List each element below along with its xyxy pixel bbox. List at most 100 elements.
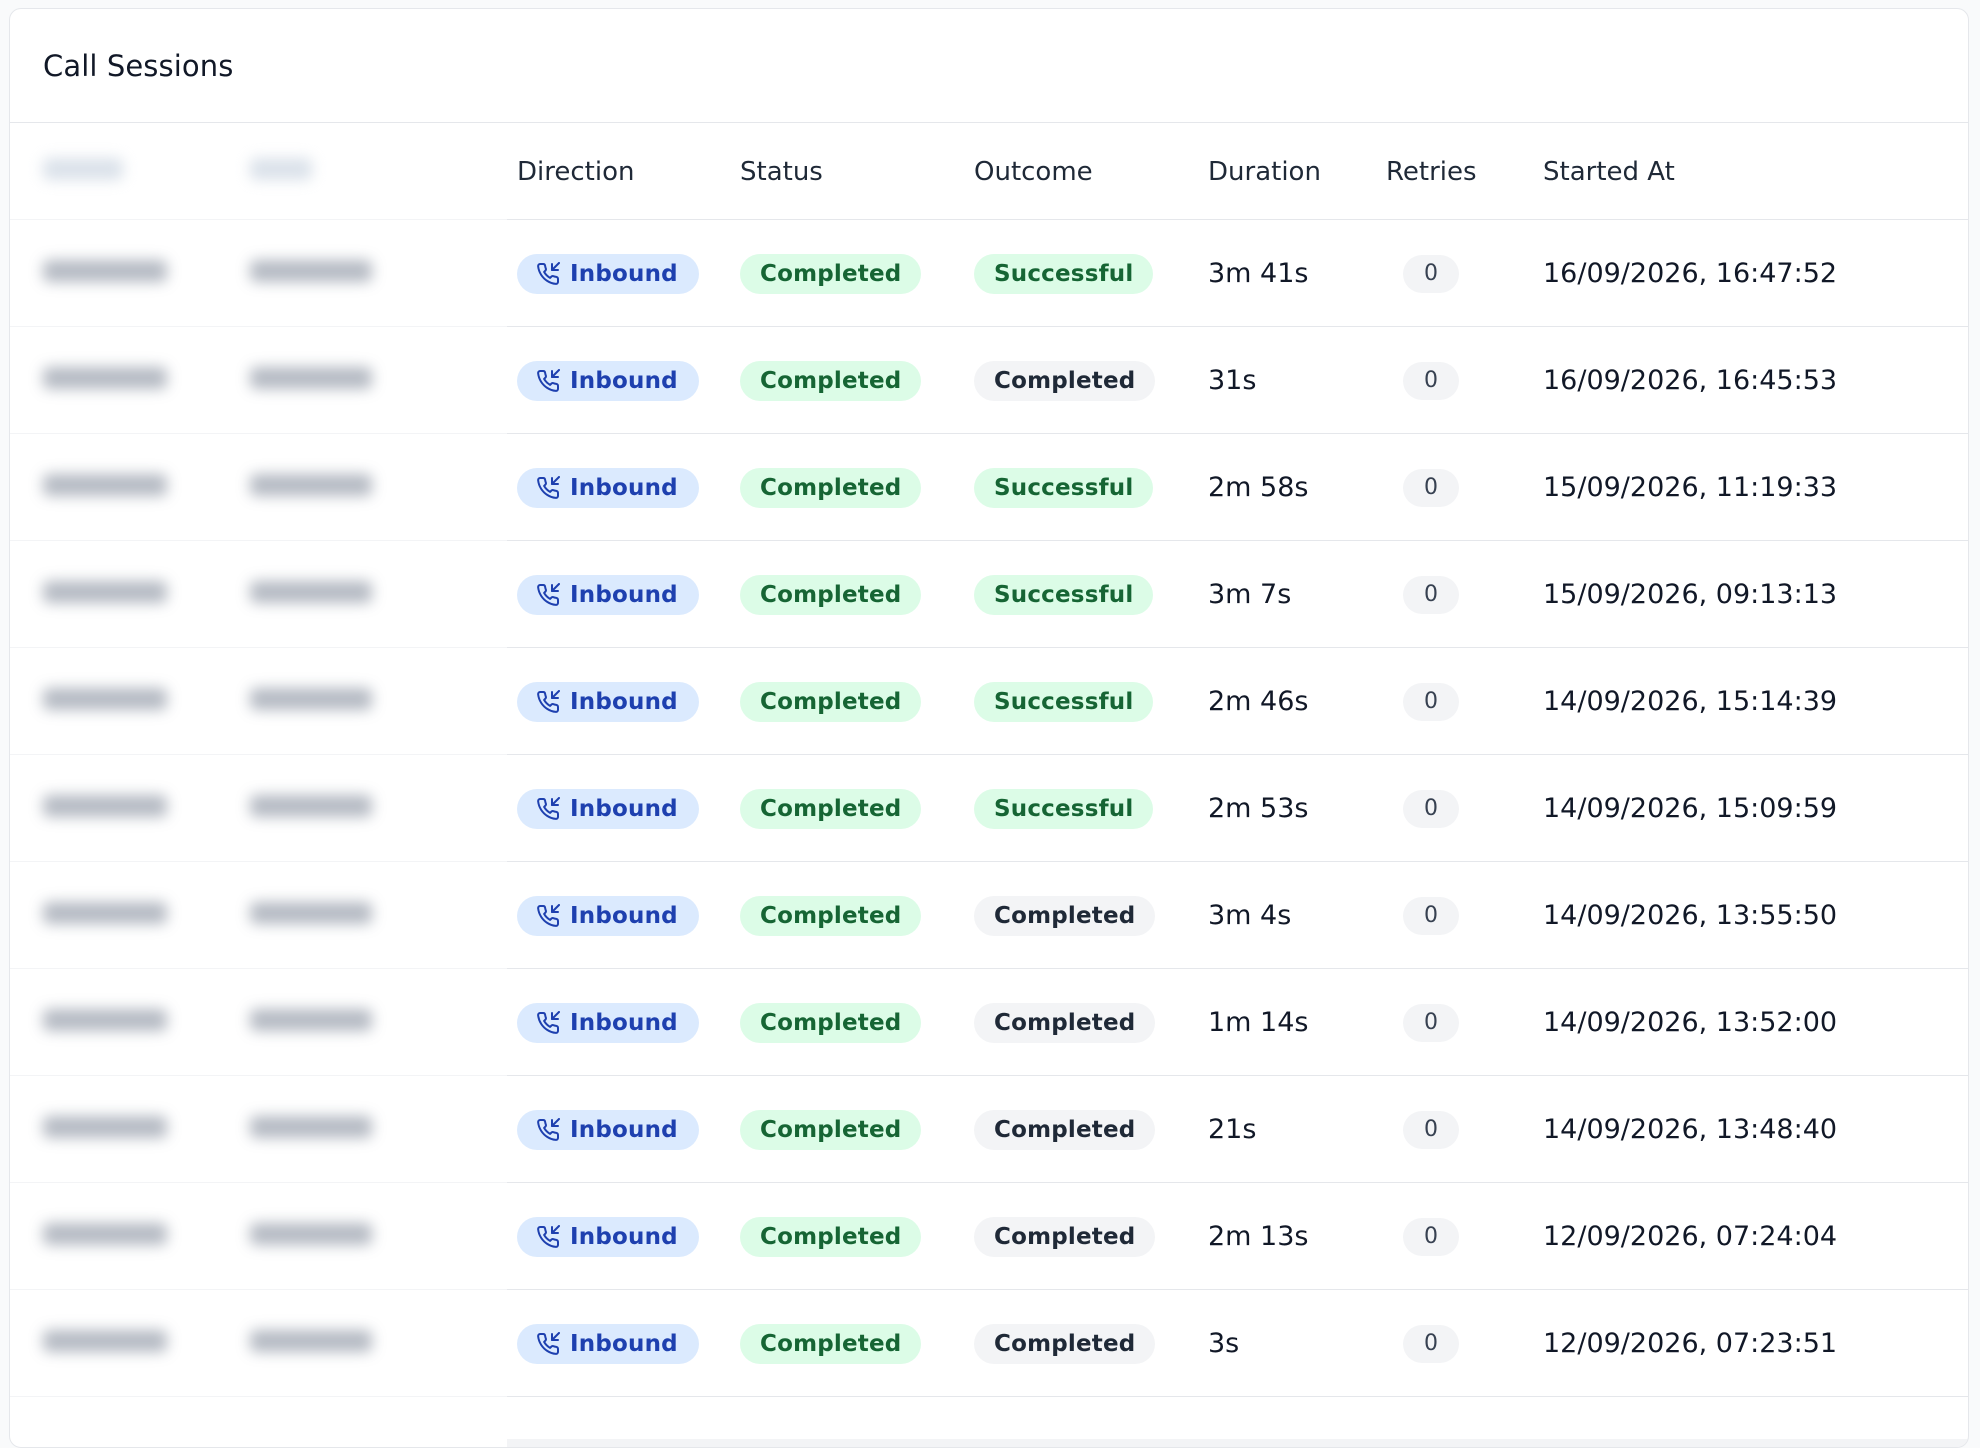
status-badge: Completed — [740, 681, 922, 722]
status-cell: Completed — [740, 681, 974, 722]
redacted-cell-1 — [10, 901, 250, 931]
redacted-cell-2 — [250, 473, 507, 503]
card-title: Call Sessions — [43, 48, 234, 83]
outcome-cell: Successful — [974, 574, 1208, 615]
direction-badge: Inbound — [517, 253, 699, 294]
direction-badge: Inbound — [517, 360, 699, 401]
retries-badge: 0 — [1403, 682, 1459, 721]
redacted-text — [43, 794, 167, 817]
table-row[interactable]: Inbound Completed Successful 3m 7s 0 15/… — [10, 541, 1968, 648]
retries-badge: 0 — [1403, 1217, 1459, 1256]
status-badge: Completed — [740, 467, 922, 508]
direction-cell: Inbound — [507, 1323, 740, 1364]
started-at-cell: 14/09/2026, 13:55:50 — [1543, 900, 1838, 931]
table-row[interactable]: Inbound Completed Completed 31s 0 16/09/… — [10, 327, 1968, 434]
outcome-cell: Completed — [974, 895, 1208, 936]
started-at-cell: 16/09/2026, 16:45:53 — [1543, 365, 1838, 396]
direction-cell: Inbound — [507, 681, 740, 722]
redacted-cell-2 — [250, 580, 507, 610]
duration-cell: 2m 53s — [1208, 793, 1309, 824]
status-cell: Completed — [740, 1002, 974, 1043]
table-row[interactable]: Inbound Completed Successful 2m 53s 0 14… — [10, 755, 1968, 862]
direction-label: Inbound — [570, 260, 678, 287]
redacted-text — [43, 580, 167, 603]
redacted-text — [250, 1222, 372, 1245]
redacted-text — [43, 366, 167, 389]
direction-cell: Inbound — [507, 253, 740, 294]
status-cell: Completed — [740, 360, 974, 401]
status-cell: Completed — [740, 574, 974, 615]
table-row[interactable]: Inbound Completed Successful 2m 46s 0 14… — [10, 648, 1968, 755]
column-header-retries[interactable]: Retries — [1386, 157, 1543, 187]
table-row[interactable]: Inbound Completed Completed 2m 13s 0 12/… — [10, 1183, 1968, 1290]
redacted-cell-1 — [10, 473, 250, 503]
column-header-duration[interactable]: Duration — [1208, 157, 1386, 187]
redacted-text — [250, 580, 372, 603]
table-row[interactable]: Inbound Completed Successful 3m 41s 0 16… — [10, 220, 1968, 327]
outcome-badge: Successful — [974, 681, 1154, 722]
phone-incoming-icon — [537, 689, 560, 713]
duration-cell: 31s — [1208, 365, 1257, 396]
header-redacted-2 — [250, 157, 507, 187]
table-row[interactable]: Inbound Completed Completed 21s 0 14/09/… — [10, 1076, 1968, 1183]
direction-badge: Inbound — [517, 1216, 699, 1257]
duration-cell: 3m 4s — [1208, 900, 1292, 931]
direction-cell: Inbound — [507, 1002, 740, 1043]
redacted-text — [250, 901, 372, 924]
redacted-text — [250, 473, 372, 496]
started-at-cell: 14/09/2026, 13:52:00 — [1543, 1007, 1838, 1038]
direction-cell: Inbound — [507, 574, 740, 615]
outcome-cell: Successful — [974, 467, 1208, 508]
column-header-direction[interactable]: Direction — [507, 157, 740, 187]
retries-cell: 0 — [1386, 1324, 1543, 1363]
retries-badge: 0 — [1403, 361, 1459, 400]
started-at-cell: 14/09/2026, 15:09:59 — [1543, 793, 1838, 824]
redacted-header-text — [250, 157, 312, 180]
redacted-cell-2 — [250, 687, 507, 717]
status-cell: Completed — [740, 253, 974, 294]
table-row[interactable]: Inbound Completed Completed 3m 4s 0 14/0… — [10, 862, 1968, 969]
status-badge: Completed — [740, 1002, 922, 1043]
direction-cell: Inbound — [507, 788, 740, 829]
redacted-text — [250, 1329, 372, 1352]
started-at-cell: 14/09/2026, 13:48:40 — [1543, 1114, 1838, 1145]
outcome-cell: Successful — [974, 253, 1208, 294]
column-header-started-at[interactable]: Started At — [1543, 157, 1963, 187]
outcome-badge: Completed — [974, 1002, 1156, 1043]
status-badge: Completed — [740, 360, 922, 401]
duration-cell: 1m 14s — [1208, 1007, 1309, 1038]
phone-incoming-icon — [537, 582, 560, 606]
header-redacted-1 — [10, 157, 250, 187]
column-header-outcome[interactable]: Outcome — [974, 157, 1208, 187]
status-badge: Completed — [740, 788, 922, 829]
status-cell: Completed — [740, 788, 974, 829]
retries-cell: 0 — [1386, 575, 1543, 614]
outcome-badge: Completed — [974, 360, 1156, 401]
direction-cell: Inbound — [507, 1109, 740, 1150]
phone-incoming-icon — [537, 1010, 560, 1034]
table-row[interactable]: Inbound Completed Completed 3s 0 12/09/2… — [10, 1290, 1968, 1397]
direction-label: Inbound — [570, 1330, 678, 1357]
redacted-cell-1 — [10, 1329, 250, 1359]
retries-badge: 0 — [1403, 896, 1459, 935]
direction-label: Inbound — [570, 1223, 678, 1250]
redacted-cell-2 — [250, 901, 507, 931]
table-body: Inbound Completed Successful 3m 41s 0 16… — [10, 220, 1968, 1397]
horizontal-scrollbar[interactable] — [507, 1439, 1968, 1447]
direction-badge: Inbound — [517, 895, 699, 936]
outcome-badge: Completed — [974, 895, 1156, 936]
duration-cell: 3m 7s — [1208, 579, 1292, 610]
redacted-cell-1 — [10, 580, 250, 610]
table-row[interactable]: Inbound Completed Completed 1m 14s 0 14/… — [10, 969, 1968, 1076]
retries-cell: 0 — [1386, 1217, 1543, 1256]
redacted-text — [43, 1222, 167, 1245]
direction-badge: Inbound — [517, 681, 699, 722]
retries-badge: 0 — [1403, 1324, 1459, 1363]
column-header-status[interactable]: Status — [740, 157, 974, 187]
redacted-cell-2 — [250, 259, 507, 289]
phone-incoming-icon — [537, 1224, 560, 1248]
table-row[interactable]: Inbound Completed Successful 2m 58s 0 15… — [10, 434, 1968, 541]
direction-label: Inbound — [570, 367, 678, 394]
direction-badge: Inbound — [517, 1002, 699, 1043]
redacted-cell-2 — [250, 794, 507, 824]
